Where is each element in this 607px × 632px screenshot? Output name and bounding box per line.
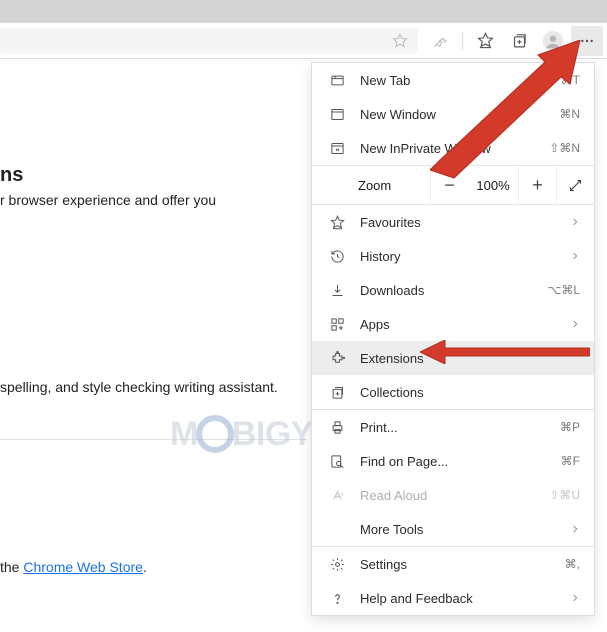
- chevron-right-icon: [570, 217, 580, 227]
- webstore-pre: the: [0, 559, 23, 575]
- menu-shortcut: ⌘F: [561, 454, 580, 468]
- menu-new-tab[interactable]: New Tab ⌘T: [312, 63, 594, 97]
- print-icon: [326, 420, 348, 435]
- menu-help[interactable]: Help and Feedback: [312, 581, 594, 615]
- menu-label: Favourites: [360, 215, 570, 230]
- collections-icon[interactable]: [503, 26, 535, 56]
- menu-collections[interactable]: Collections: [312, 375, 594, 409]
- menu-read-aloud: Read Aloud ⇧⌘U: [312, 478, 594, 512]
- menu-new-window[interactable]: New Window ⌘N: [312, 97, 594, 131]
- tab-strip: [0, 0, 607, 23]
- zoom-value: 100%: [468, 178, 518, 193]
- star-icon[interactable]: [388, 26, 412, 56]
- zoom-out-button[interactable]: −: [430, 165, 468, 205]
- menu-shortcut: ⇧⌘U: [549, 488, 580, 502]
- browser-toolbar: [0, 23, 607, 59]
- webstore-post: .: [143, 559, 147, 575]
- menu-shortcut: ⇧⌘N: [549, 141, 580, 155]
- new-window-icon: [326, 107, 348, 122]
- menu-label: Print...: [360, 420, 560, 435]
- menu-new-inprivate[interactable]: New InPrivate Window ⇧⌘N: [312, 131, 594, 165]
- settings-menu: New Tab ⌘T New Window ⌘N New InPrivate W…: [311, 62, 595, 616]
- menu-shortcut: ⌘,: [565, 557, 580, 571]
- history-icon: [326, 249, 348, 264]
- menu-label: Collections: [360, 385, 580, 400]
- downloads-icon: [326, 283, 348, 298]
- zoom-label: Zoom: [312, 178, 430, 193]
- chevron-right-icon: [570, 251, 580, 261]
- menu-label: New InPrivate Window: [360, 141, 549, 156]
- chevron-right-icon: [570, 593, 580, 603]
- fullscreen-button[interactable]: [556, 165, 594, 205]
- menu-zoom: Zoom − 100% +: [312, 165, 594, 205]
- menu-more-tools[interactable]: More Tools: [312, 512, 594, 546]
- menu-shortcut: ⌥⌘L: [547, 283, 580, 297]
- menu-apps[interactable]: Apps: [312, 307, 594, 341]
- gear-icon: [326, 557, 348, 572]
- favourites-icon[interactable]: [469, 26, 501, 56]
- menu-history[interactable]: History: [312, 239, 594, 273]
- reader-icon[interactable]: [424, 26, 456, 56]
- profile-icon[interactable]: [537, 26, 569, 56]
- menu-extensions[interactable]: Extensions: [312, 341, 594, 375]
- chevron-right-icon: [570, 319, 580, 329]
- page-desc-fragment: r browser experience and offer you: [0, 192, 216, 208]
- menu-label: Apps: [360, 317, 570, 332]
- address-bar[interactable]: [0, 28, 418, 54]
- extensions-icon: [326, 351, 348, 366]
- zoom-in-button[interactable]: +: [518, 165, 556, 205]
- menu-shortcut: ⌘P: [560, 420, 580, 434]
- page-title-fragment: ns: [0, 164, 23, 187]
- apps-icon: [326, 317, 348, 332]
- menu-shortcut: ⌘T: [561, 73, 580, 87]
- find-icon: [326, 454, 348, 469]
- menu-label: Help and Feedback: [360, 591, 570, 606]
- menu-shortcut: ⌘N: [559, 107, 580, 121]
- menu-favourites[interactable]: Favourites: [312, 205, 594, 239]
- menu-label: Extensions: [360, 351, 580, 366]
- menu-downloads[interactable]: Downloads ⌥⌘L: [312, 273, 594, 307]
- menu-find[interactable]: Find on Page... ⌘F: [312, 444, 594, 478]
- menu-label: Find on Page...: [360, 454, 561, 469]
- menu-label: Settings: [360, 557, 565, 572]
- more-icon[interactable]: [571, 26, 603, 56]
- menu-print[interactable]: Print... ⌘P: [312, 410, 594, 444]
- favourites-icon: [326, 215, 348, 230]
- help-icon: [326, 591, 348, 606]
- chevron-right-icon: [570, 524, 580, 534]
- webstore-text: the Chrome Web Store.: [0, 559, 147, 575]
- menu-label: History: [360, 249, 570, 264]
- menu-label: Downloads: [360, 283, 547, 298]
- page-assistant-fragment: spelling, and style checking writing ass…: [0, 379, 278, 395]
- menu-label: New Tab: [360, 73, 561, 88]
- collections-icon: [326, 385, 348, 400]
- chrome-web-store-link[interactable]: Chrome Web Store: [23, 559, 143, 575]
- menu-label: More Tools: [360, 522, 570, 537]
- read-aloud-icon: [326, 488, 348, 503]
- menu-settings[interactable]: Settings ⌘,: [312, 547, 594, 581]
- menu-label: New Window: [360, 107, 559, 122]
- inprivate-icon: [326, 141, 348, 156]
- new-tab-icon: [326, 73, 348, 88]
- toolbar-separator: [462, 32, 463, 50]
- toolbar-actions: [424, 26, 607, 56]
- menu-label: Read Aloud: [360, 488, 549, 503]
